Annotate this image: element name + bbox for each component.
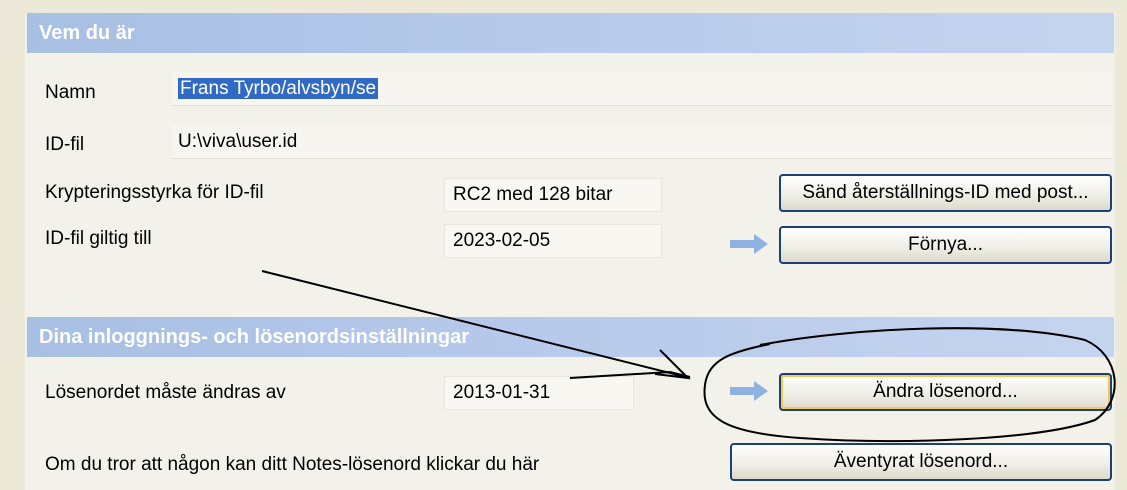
name-field[interactable]: Frans Tyrbo/alvsbyn/se bbox=[172, 72, 1112, 106]
must-change-value: 2013-01-31 bbox=[453, 382, 551, 403]
encryption-value: RC2 med 128 bitar bbox=[453, 184, 613, 205]
change-password-button[interactable]: Ändra lösenord... bbox=[779, 373, 1112, 411]
must-change-value-box: 2013-01-31 bbox=[444, 376, 634, 410]
idfile-label: ID-fil bbox=[45, 134, 85, 155]
section-header-login-password: Dina inloggnings- och lösenordsinställni… bbox=[27, 317, 1114, 357]
idfile-valid-value-box: 2023-02-05 bbox=[444, 224, 662, 258]
idfile-field: U:\viva\user.id bbox=[172, 125, 1112, 159]
section-header-who-you-are: Vem du är bbox=[27, 13, 1114, 53]
encryption-value-box: RC2 med 128 bitar bbox=[444, 178, 662, 212]
encryption-label: Krypteringsstyrka för ID-fil bbox=[45, 182, 264, 203]
compromised-password-button[interactable]: Äventyrat lösenord... bbox=[730, 443, 1112, 481]
arrow-right-icon bbox=[730, 381, 768, 401]
idfile-value: U:\viva\user.id bbox=[178, 131, 298, 152]
idfile-valid-label: ID-fil giltig till bbox=[45, 228, 152, 249]
name-value: Frans Tyrbo/alvsbyn/se bbox=[178, 78, 379, 99]
send-recovery-id-button[interactable]: Sänd återställnings-ID med post... bbox=[779, 174, 1112, 212]
must-change-label: Lösenordet måste ändras av bbox=[45, 382, 286, 403]
renew-button[interactable]: Förnya... bbox=[779, 226, 1112, 264]
section-title: Dina inloggnings- och lösenordsinställni… bbox=[39, 326, 470, 348]
idfile-valid-value: 2023-02-05 bbox=[453, 230, 551, 251]
compromised-label: Om du tror att någon kan ditt Notes-löse… bbox=[45, 454, 540, 475]
arrow-right-icon bbox=[730, 234, 768, 254]
name-label: Namn bbox=[45, 82, 96, 103]
section-title: Vem du är bbox=[39, 22, 135, 44]
